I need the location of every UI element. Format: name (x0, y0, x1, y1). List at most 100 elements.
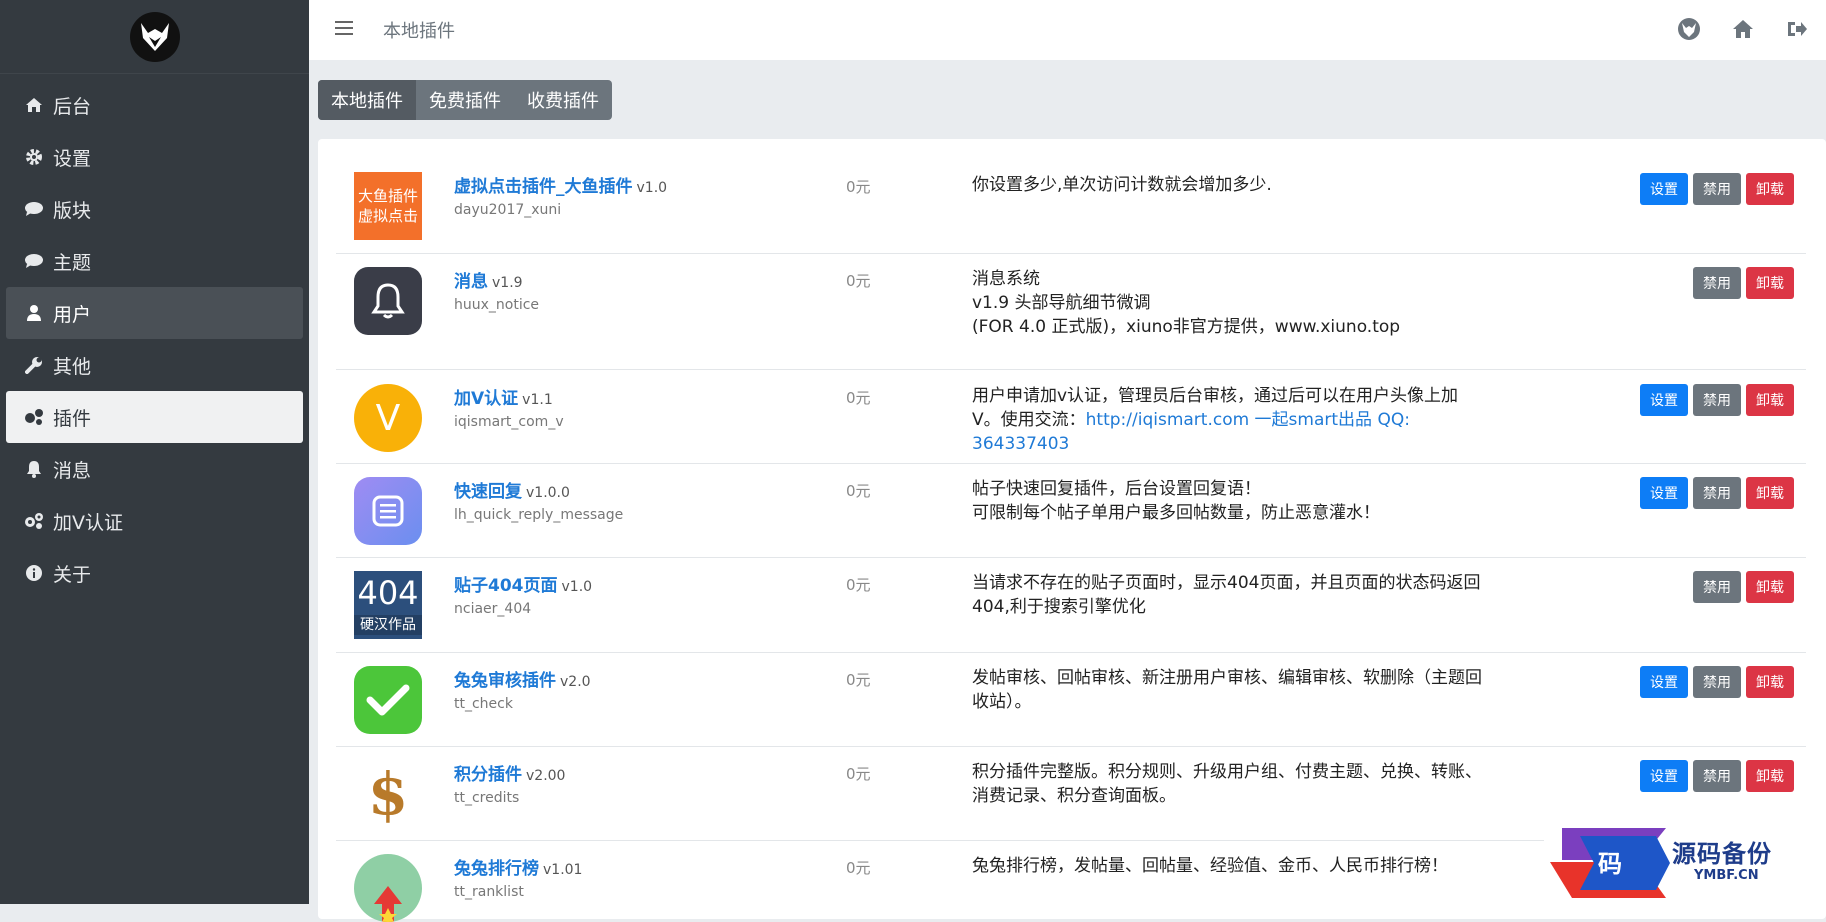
sidebar-item-label: 其他 (53, 355, 92, 378)
logo-area (0, 0, 309, 74)
plugin-dir: huux_notice (454, 297, 540, 313)
plugin-name-block: 积分插件 v2.00 tt_credits (454, 760, 565, 806)
sidebar-item-label: 版块 (53, 199, 92, 222)
sidebar-item-label: 主题 (53, 251, 92, 274)
bell-icon (23, 458, 45, 480)
plugin-actions: 设置 禁用 卸载 (1640, 666, 1794, 698)
uninstall-button[interactable]: 卸载 (1746, 477, 1794, 509)
sidebar-item-verify[interactable]: 加V认证 (6, 495, 303, 547)
plugin-actions: 禁用 卸载 (1693, 267, 1794, 299)
plugin-name-link[interactable]: 虚拟点击插件_大鱼插件 (454, 177, 633, 197)
uninstall-button[interactable]: 卸载 (1746, 760, 1794, 792)
plugin-description: 积分插件完整版。积分规则、升级用户组、付费主题、兑换、转账、 消费记录、积分查询… (972, 762, 1482, 806)
sidebar-item-users[interactable]: 用户 (6, 287, 303, 339)
tab-local-plugins[interactable]: 本地插件 (318, 80, 416, 120)
plugin-name-link[interactable]: 加V认证 (454, 389, 518, 409)
settings-button[interactable]: 设置 (1640, 477, 1688, 509)
plugin-name-block: 兔兔审核插件 v2.0 tt_check (454, 666, 591, 712)
plugin-version: v1.0 (561, 579, 593, 595)
logout-icon[interactable] (1784, 16, 1810, 42)
plugin-version: v1.01 (543, 862, 583, 878)
plugin-name-block: 加V认证 v1.1 iqismart_com_v (454, 384, 564, 430)
plugin-row: 兔兔审核插件 v2.0 tt_check 0元 发帖审核、回帖审核、新注册用户审核… (336, 652, 1806, 747)
plugin-price: 0元 (846, 576, 871, 594)
plugin-name-link[interactable]: 兔兔审核插件 (454, 671, 556, 691)
plugin-name-link[interactable]: 快速回复 (454, 482, 522, 502)
sidebar-item-other[interactable]: 其他 (6, 339, 303, 391)
disable-button[interactable]: 禁用 (1693, 267, 1741, 299)
disable-button[interactable]: 禁用 (1693, 571, 1741, 603)
plugin-version: v1.1 (522, 392, 553, 408)
plugin-name-block: 兔兔排行榜 v1.01 tt_ranklist (454, 854, 582, 900)
sidebar-item-about[interactable]: 关于 (6, 547, 303, 599)
sidebar-item-threads[interactable]: 主题 (6, 235, 303, 287)
sidebar-item-notices[interactable]: 消息 (6, 443, 303, 495)
logo[interactable] (129, 11, 180, 62)
plugin-dir: tt_ranklist (454, 884, 524, 900)
plugin-price: 0元 (846, 482, 871, 500)
disable-button[interactable]: 禁用 (1693, 666, 1741, 698)
plugin-thumbnail: 大鱼插件 虚拟点击 (354, 172, 422, 240)
sidebar-item-label: 消息 (53, 459, 92, 482)
watermark: 码 源码备份 YMBF.CN (1544, 822, 1826, 904)
plugin-name-link[interactable]: 积分插件 (454, 765, 522, 785)
sidebar-item-plugins[interactable]: 插件 (6, 391, 303, 443)
plugin-price: 0元 (846, 671, 871, 689)
uninstall-button[interactable]: 卸载 (1746, 571, 1794, 603)
sidebar-nav: 后台 设置 版块 主题 用户 其他 插件 消息 加V认证 关于 (0, 79, 309, 599)
uninstall-button[interactable]: 卸载 (1746, 267, 1794, 299)
uninstall-button[interactable]: 卸载 (1746, 173, 1794, 205)
dollar-icon: $ (367, 760, 409, 828)
sidebar-item-dashboard[interactable]: 后台 (6, 79, 303, 131)
plugin-row: V 加V认证 v1.1 iqismart_com_v 0元 用户申请加v认证，管理… (336, 369, 1806, 464)
plugin-row: 404 硬汉作品 贴子404页面 v1.0 nciaer_404 0元 当请求不存… (336, 557, 1806, 653)
plugin-description: 帖子快速回复插件，后台设置回复语！ 可限制每个帖子单用户最多回帖数量，防止恶意灌… (972, 479, 1380, 523)
plugin-version: v1.0.0 (526, 485, 570, 501)
disable-button[interactable]: 禁用 (1693, 384, 1741, 416)
settings-button[interactable]: 设置 (1640, 666, 1688, 698)
settings-button[interactable]: 设置 (1640, 384, 1688, 416)
checkmark-icon (354, 666, 422, 734)
settings-button[interactable]: 设置 (1640, 760, 1688, 792)
tab-free-plugins[interactable]: 免费插件 (416, 80, 514, 120)
plugin-description: 发帖审核、回帖审核、新注册用户审核、编辑审核、软删除（主题回 收站）。 (972, 668, 1482, 712)
plugin-name-block: 虚拟点击插件_大鱼插件 v1.0 dayu2017_xuni (454, 172, 667, 218)
plugin-description: 用户申请加v认证，管理员后台审核，通过后可以在用户头像上加 V。使用交流：htt… (972, 386, 1459, 454)
plugin-name-link[interactable]: 贴子404页面 (454, 576, 558, 596)
plugin-tabs: 本地插件 免费插件 收费插件 (318, 80, 612, 120)
disable-button[interactable]: 禁用 (1693, 760, 1741, 792)
sidebar-item-settings[interactable]: 设置 (6, 131, 303, 183)
top-bar: 本地插件 (309, 0, 1826, 60)
tab-paid-plugins[interactable]: 收费插件 (514, 80, 612, 120)
plugin-version: v2.00 (526, 768, 566, 784)
disable-button[interactable]: 禁用 (1693, 173, 1741, 205)
sidebar-item-label: 加V认证 (53, 511, 123, 534)
home-icon[interactable] (1730, 16, 1756, 42)
document-icon (354, 477, 422, 545)
plugin-price: 0元 (846, 178, 871, 196)
plugin-thumbnail: V (354, 384, 422, 452)
info-icon (23, 562, 45, 584)
site-logo-icon[interactable] (1676, 16, 1702, 42)
settings-button[interactable]: 设置 (1640, 173, 1688, 205)
plugin-description: 你设置多少,单次访问计数就会增加多少. (972, 175, 1272, 195)
plugin-description: 兔兔排行榜，发帖量、回帖量、经验值、金币、人民币排行榜！ (972, 856, 1448, 876)
plugin-dir: tt_credits (454, 790, 520, 806)
comment-icon (23, 250, 45, 272)
plugin-dir: dayu2017_xuni (454, 202, 562, 218)
uninstall-button[interactable]: 卸载 (1746, 666, 1794, 698)
menu-toggle-icon[interactable] (335, 20, 355, 40)
plugin-list-card: 大鱼插件 虚拟点击 虚拟点击插件_大鱼插件 v1.0 dayu2017_xuni … (318, 139, 1826, 922)
disable-button[interactable]: 禁用 (1693, 477, 1741, 509)
plugin-description: 当请求不存在的贴子页面时，显示404页面，并且页面的状态码返回 404,利于搜索… (972, 573, 1481, 617)
uninstall-button[interactable]: 卸载 (1746, 384, 1794, 416)
home-icon (23, 94, 45, 116)
plugin-name-link[interactable]: 兔兔排行榜 (454, 859, 539, 879)
plugin-price: 0元 (846, 389, 871, 407)
plugin-name-link[interactable]: 消息 (454, 272, 488, 292)
plugin-price: 0元 (846, 765, 871, 783)
plugin-name-block: 快速回复 v1.0.0 lh_quick_reply_message (454, 477, 623, 523)
plugin-version: v2.0 (560, 674, 591, 690)
sidebar-item-forums[interactable]: 版块 (6, 183, 303, 235)
plugin-price: 0元 (846, 272, 871, 290)
